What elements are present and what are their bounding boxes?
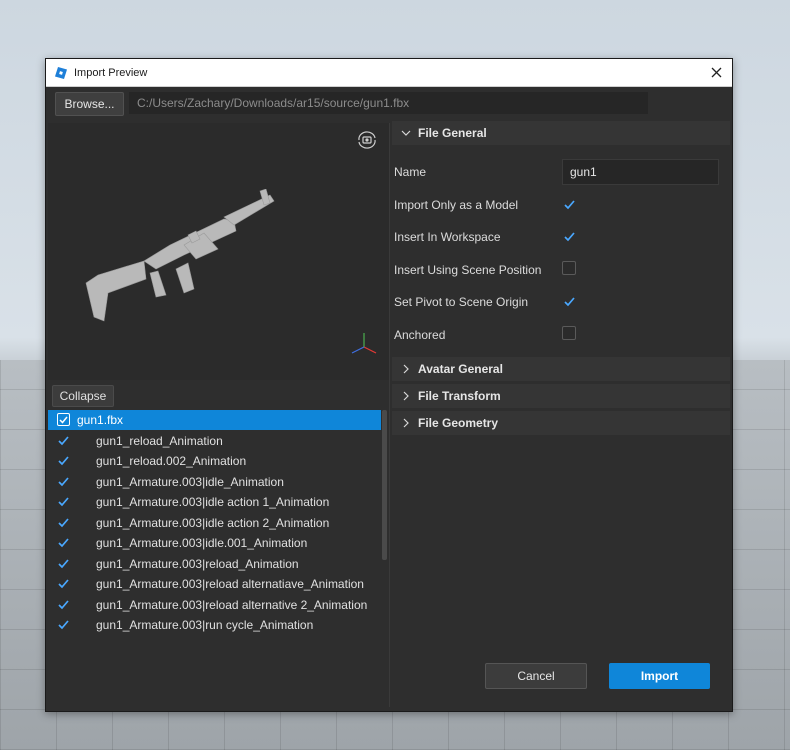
properties-panel: File General Name gun1 Import Only as a …	[390, 121, 732, 707]
section-avatar-general[interactable]: Avatar General	[392, 357, 730, 381]
chevron-right-icon	[400, 390, 412, 402]
checkmark-icon[interactable]	[57, 475, 70, 488]
tree-item[interactable]: gun1_Armature.003|reload alternatiave_An…	[48, 574, 381, 594]
chevron-down-icon	[400, 127, 412, 139]
tree-item-label: gun1_Armature.003|idle.001_Animation	[96, 536, 308, 550]
checkmark-icon[interactable]	[57, 618, 70, 631]
rifle-model-preview	[85, 189, 275, 322]
import-tree: gun1.fbx gun1_reload_Animation gun1_relo…	[48, 410, 381, 636]
tree-item-label: gun1_Armature.003|reload_Animation	[96, 556, 299, 571]
section-file-transform[interactable]: File Transform	[392, 384, 730, 408]
tree-item-label: gun1.fbx	[77, 413, 124, 427]
property-label: Insert Using Scene Position	[394, 263, 542, 277]
checkmark-icon[interactable]	[57, 598, 70, 611]
property-label: Anchored	[394, 328, 446, 342]
chevron-right-icon	[400, 363, 412, 375]
checkmark-icon[interactable]	[57, 495, 70, 508]
checkbox[interactable]	[57, 413, 70, 426]
property-label: Import Only as a Model	[394, 198, 519, 212]
toolbar: Browse... C:/Users/Zachary/Downloads/ar1…	[46, 87, 732, 120]
checkmark-icon[interactable]	[57, 454, 70, 467]
tree-item[interactable]: gun1_Armature.003|idle_Animation	[48, 472, 381, 492]
cancel-button[interactable]: Cancel	[485, 663, 587, 689]
section-file-general[interactable]: File General	[392, 121, 730, 145]
section-file-geometry[interactable]: File Geometry	[392, 411, 730, 435]
tree-item-label: gun1_reload.002_Animation	[96, 454, 247, 468]
tree-item-label: gun1_Armature.003|reload alternative 2_A…	[96, 597, 368, 612]
tree-item[interactable]: gun1_Armature.003|idle action 1_Animatio…	[48, 492, 381, 512]
title-bar: Import Preview	[46, 59, 732, 87]
window-title: Import Preview	[74, 66, 148, 79]
tree-item-label: gun1_Armature.003|idle_Animation	[96, 474, 284, 489]
chevron-right-icon	[400, 417, 412, 429]
section-title: File Transform	[418, 389, 501, 403]
browse-button[interactable]: Browse...	[55, 92, 124, 116]
section-title: File Geometry	[418, 416, 499, 430]
name-input[interactable]: gun1	[562, 159, 719, 185]
close-icon[interactable]	[708, 64, 724, 80]
tree-item-label: gun1_Armature.003|idle action 2_Animatio…	[96, 515, 330, 530]
rotate-camera-icon[interactable]	[356, 130, 378, 155]
tree-scrollbar-thumb[interactable]	[382, 410, 387, 560]
checkmark-icon[interactable]	[57, 434, 70, 447]
tree-item[interactable]: gun1_Armature.003|idle.001_Animation	[48, 533, 381, 553]
import-preview-dialog: Import Preview Browse... C:/Users/Zachar…	[45, 58, 733, 712]
tree-item[interactable]: gun1_reload_Animation	[48, 431, 381, 451]
collapse-button[interactable]: Collapse	[52, 385, 114, 407]
checkmark-icon[interactable]	[562, 294, 576, 308]
axis-gizmo-icon	[350, 331, 378, 360]
tree-item-label: gun1_Armature.003|idle action 1_Animatio…	[96, 495, 330, 509]
tree-item[interactable]: gun1_Armature.003|reload_Animation	[48, 554, 381, 574]
tree-item[interactable]: gun1_Armature.003|run cycle_Animation	[48, 615, 381, 635]
import-button[interactable]: Import	[609, 663, 710, 689]
file-path-field[interactable]: C:/Users/Zachary/Downloads/ar15/source/g…	[129, 92, 648, 114]
checkmark-icon[interactable]	[57, 557, 70, 570]
property-label: Insert In Workspace	[394, 230, 501, 244]
model-preview-viewport[interactable]	[48, 123, 389, 380]
checkmark-icon[interactable]	[562, 197, 576, 211]
checkmark-icon[interactable]	[57, 516, 70, 529]
tree-item-label: gun1_Armature.003|reload alternatiave_An…	[96, 577, 364, 591]
checkbox-unchecked[interactable]	[562, 326, 576, 340]
name-label: Name	[394, 165, 427, 179]
property-label: Set Pivot to Scene Origin	[394, 295, 529, 309]
tree-root-item[interactable]: gun1.fbx	[48, 410, 381, 430]
tree-item[interactable]: gun1_reload.002_Animation	[48, 451, 381, 471]
tree-item[interactable]: gun1_Armature.003|idle action 2_Animatio…	[48, 513, 381, 533]
checkmark-icon[interactable]	[57, 577, 70, 590]
roblox-studio-logo-icon	[55, 66, 67, 79]
checkbox-unchecked[interactable]	[562, 261, 576, 275]
tree-item[interactable]: gun1_Armature.003|reload alternative 2_A…	[48, 595, 381, 615]
section-title: Avatar General	[418, 362, 503, 376]
section-title: File General	[418, 126, 487, 140]
tree-item-label: gun1_Armature.003|run cycle_Animation	[96, 618, 314, 632]
tree-item-label: gun1_reload_Animation	[96, 433, 223, 448]
checkmark-icon[interactable]	[562, 229, 576, 243]
checkmark-icon[interactable]	[57, 536, 70, 549]
